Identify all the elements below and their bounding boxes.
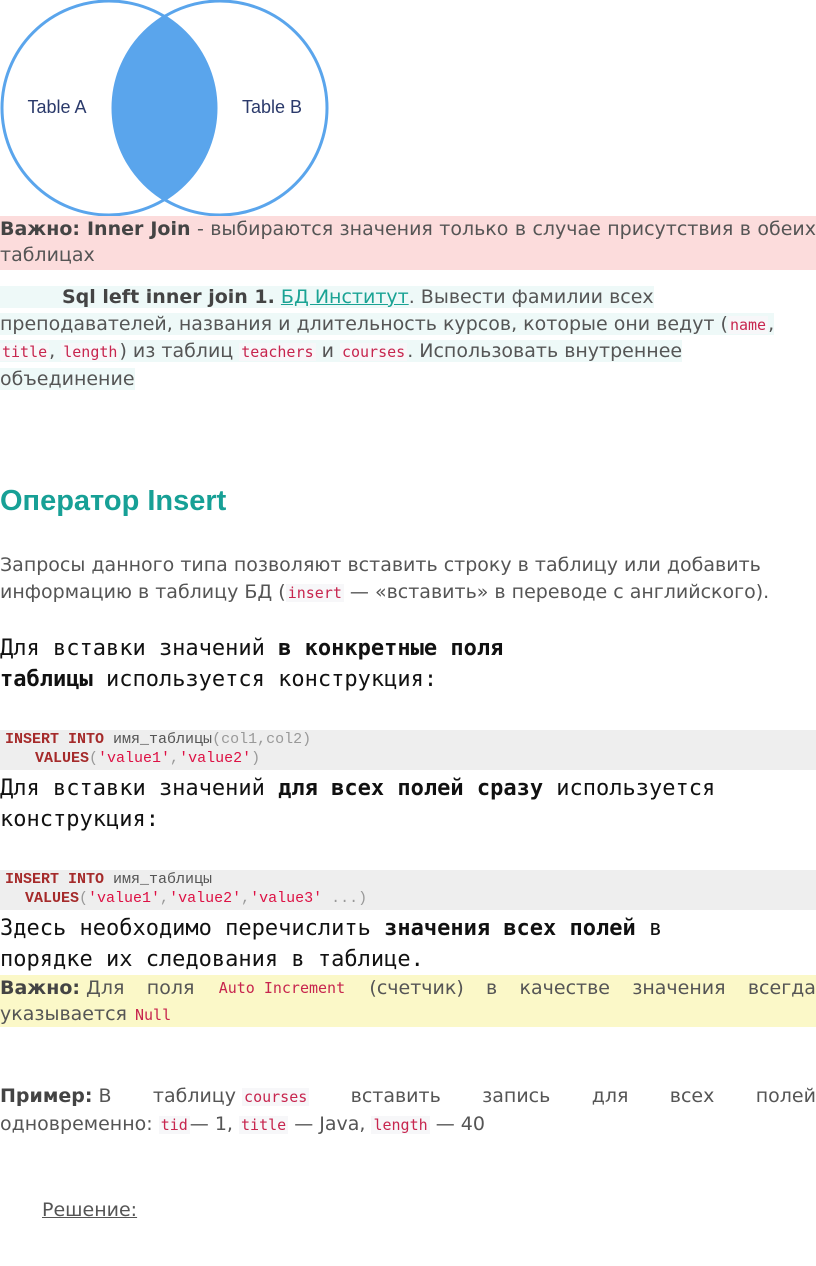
order-text: Здесь необходимо перечислить значения вс… xyxy=(0,916,663,972)
section-heading: Оператор Insert xyxy=(0,485,227,517)
code-tid: tid xyxy=(158,1115,190,1134)
task-title: Sql left inner join 1. xyxy=(62,286,275,308)
code-null: Null xyxy=(135,1006,172,1024)
code-title: title xyxy=(0,343,50,361)
note-bold: Важно: Inner Join xyxy=(0,218,191,240)
code-block-specific: INSERT INTO имя_таблицы(col1,col2) VALUE… xyxy=(0,730,816,770)
code-auto-increment: Auto Increment xyxy=(218,979,346,997)
all-fields-text: Для вставки значений для всех полей сраз… xyxy=(0,776,716,832)
code-length-example: length xyxy=(371,1115,430,1134)
code-insert: insert xyxy=(285,583,344,602)
auto-increment-note: Важно: Для поля Auto Increment (счетчик)… xyxy=(0,975,816,1027)
insert-description: Запросы данного типа позволяют вставить … xyxy=(0,554,770,603)
venn-label-b: Table B xyxy=(242,97,302,117)
task-paragraph: Sql left inner join 1. БД Институт. Выве… xyxy=(0,286,775,390)
code-courses-example: courses xyxy=(242,1088,310,1106)
venn-label-a: Table A xyxy=(27,97,86,117)
venn-diagram: Table A Table B xyxy=(0,0,329,217)
inner-join-note: Важно: Inner Join - выбираются значения … xyxy=(0,216,816,270)
code-courses: courses xyxy=(339,343,408,361)
example-paragraph: Пример: В таблицу courses вставить запис… xyxy=(0,1085,816,1135)
code-length: length xyxy=(61,343,120,361)
code-block-all: INSERT INTO имя_таблицы VALUES('value1',… xyxy=(0,870,816,910)
solution-link[interactable]: Решение: xyxy=(42,1199,137,1221)
code-name: name xyxy=(727,315,769,334)
code-teachers: teachers xyxy=(239,343,316,361)
specific-fields-text: Для вставки значений в конкретные поля т… xyxy=(0,636,504,692)
code-title-example: title xyxy=(239,1115,289,1134)
db-institute-link[interactable]: БД Институт xyxy=(281,286,409,308)
